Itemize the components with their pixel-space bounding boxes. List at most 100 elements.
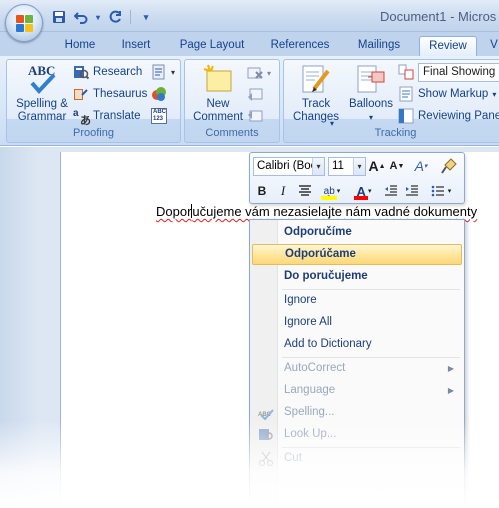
- grow-font-icon: A: [368, 158, 379, 174]
- new-comment-icon: [202, 63, 234, 95]
- proofing-group-label: Proofing: [73, 127, 114, 139]
- reviewing-pane-icon: [398, 108, 414, 124]
- add-to-dictionary-item[interactable]: Add to Dictionary: [252, 334, 462, 355]
- suggestion-item-highlighted[interactable]: Odporúčame: [252, 244, 462, 265]
- autocorrect-item[interactable]: AutoCorrect ▶: [252, 358, 462, 379]
- set-language-button[interactable]: ▾: [151, 62, 175, 82]
- grow-font-button[interactable]: A ▲: [368, 156, 386, 176]
- track-changes-button[interactable]: Track Changes ▾: [288, 63, 344, 128]
- thesaurus-button[interactable]: Thesaurus: [73, 84, 147, 104]
- highlight-dropdown-icon: ▾: [336, 188, 341, 195]
- font-size-dropdown-icon[interactable]: ▾: [353, 158, 365, 175]
- window-title: Document1 - Micros: [380, 9, 497, 24]
- format-painter-button[interactable]: [438, 156, 460, 176]
- shrink-font-caret-icon: ▼: [397, 162, 405, 170]
- document-text[interactable]: Doporučujeme vám nezasielajte nám vadné …: [156, 204, 477, 219]
- spelling-label: Spelling...: [284, 406, 335, 418]
- ribbon-tabs: Home Insert Page Layout References Maili…: [0, 32, 499, 56]
- quick-access-toolbar: ▾ ▾: [50, 7, 155, 27]
- tab-insert[interactable]: Insert: [110, 36, 162, 56]
- translate-button[interactable]: a あ Translate: [73, 106, 141, 127]
- look-up-label: Look Up...: [284, 428, 337, 440]
- comments-group-label: Comments: [205, 127, 259, 139]
- tab-mailings[interactable]: Mailings: [344, 36, 414, 56]
- styles-icon: A: [414, 158, 424, 174]
- balloons-button[interactable]: Balloons ▾: [344, 63, 398, 124]
- ignore-item[interactable]: Ignore: [252, 290, 462, 311]
- display-for-review-select[interactable]: Final Showing: [418, 62, 499, 82]
- format-painter-icon: [441, 158, 457, 174]
- spelling-grammar-label: Spelling & Grammar: [16, 98, 68, 123]
- next-comment-button[interactable]: [247, 107, 263, 127]
- highlight-button[interactable]: ab ▾: [318, 181, 346, 201]
- show-markup-button[interactable]: Show Markup ▾: [398, 84, 496, 104]
- bullets-dropdown-icon: ▾: [447, 188, 452, 195]
- show-markup-icon: [398, 86, 414, 102]
- cut-item[interactable]: Cut: [252, 448, 462, 469]
- proofing-group: ABC Spelling & Grammar Research Thesauru…: [6, 59, 181, 143]
- font-name-dropdown-icon[interactable]: ▾: [312, 158, 324, 175]
- suggestion-item[interactable]: Odporučíme: [252, 222, 462, 243]
- customize-qat-icon[interactable]: ▾: [137, 8, 155, 26]
- font-size-field[interactable]: 11 ▾: [328, 157, 366, 176]
- thesaurus-icon: [73, 86, 89, 102]
- save-icon[interactable]: [50, 8, 68, 26]
- center-align-button[interactable]: [295, 181, 315, 201]
- undo-dropdown-icon[interactable]: ▾: [94, 8, 102, 26]
- tab-references[interactable]: References: [260, 36, 340, 56]
- spelling-check-icon: ABC: [26, 63, 58, 95]
- spelling-context-menu: Odporučíme Odporúčame Do poručujeme Igno…: [249, 219, 465, 508]
- display-for-review-control[interactable]: Final Showing: [398, 62, 499, 82]
- language-item[interactable]: Language ▶: [252, 380, 462, 401]
- research-label: Research: [93, 66, 143, 78]
- undo-icon[interactable]: [72, 8, 90, 26]
- decrease-indent-button[interactable]: [382, 181, 400, 201]
- balloons-dropdown-icon: ▾: [368, 113, 373, 122]
- italic-button[interactable]: I: [274, 181, 292, 201]
- tab-view[interactable]: V: [484, 36, 499, 56]
- reviewing-pane-label: Reviewing Pane: [418, 110, 499, 122]
- delete-comment-dropdown-icon: ▾: [267, 68, 272, 78]
- office-logo-icon: [16, 15, 33, 32]
- font-color-button[interactable]: A ▾: [350, 181, 378, 201]
- shrink-font-button[interactable]: A ▼: [388, 156, 406, 176]
- styles-button[interactable]: A ▾: [410, 156, 432, 176]
- previous-comment-button[interactable]: [247, 85, 263, 105]
- new-comment-button[interactable]: New Comment: [188, 63, 248, 124]
- tab-page-layout[interactable]: Page Layout: [166, 36, 258, 56]
- set-language-dropdown-icon: ▾: [171, 67, 176, 77]
- research-button[interactable]: Research: [73, 62, 142, 82]
- tab-review[interactable]: Review: [419, 36, 477, 56]
- redo-icon[interactable]: [106, 8, 124, 26]
- look-up-item[interactable]: Look Up...: [252, 424, 462, 445]
- display-for-review-icon: [398, 64, 414, 80]
- suggestion-item[interactable]: Do poručujeme: [252, 266, 462, 287]
- font-name-field[interactable]: Calibri (Boc ▾: [253, 157, 325, 176]
- delete-comment-button[interactable]: ▾: [247, 63, 271, 83]
- center-align-icon: [299, 185, 311, 196]
- highlight-color-bar: [321, 196, 337, 200]
- font-color-bar: [354, 196, 368, 200]
- reviewing-pane-button[interactable]: Reviewing Pane: [398, 106, 499, 126]
- bullets-icon: [431, 185, 444, 197]
- abc123-icon: ABC 123: [151, 108, 167, 124]
- research-book-icon: [73, 64, 90, 80]
- language-label: Language: [284, 384, 336, 396]
- spelling-item[interactable]: ABC Spelling...: [252, 402, 462, 423]
- word-count-button[interactable]: [151, 84, 167, 104]
- bold-button[interactable]: B: [253, 181, 271, 201]
- ignore-all-item[interactable]: Ignore All: [252, 312, 462, 333]
- increase-indent-button[interactable]: [403, 181, 421, 201]
- styles-dropdown-icon: ▾: [423, 163, 428, 170]
- word-count-icon: [151, 86, 167, 102]
- tracking-group: Track Changes ▾ Balloons ▾ Final Showing: [283, 59, 499, 143]
- spelling-grammar-button[interactable]: ABC Spelling & Grammar: [10, 63, 74, 124]
- cut-scissors-icon: [258, 451, 274, 466]
- balloons-icon: [355, 63, 387, 95]
- bullets-button[interactable]: ▾: [426, 181, 456, 201]
- title-bar: ▾ ▾ Document1 - Micros: [0, 0, 499, 32]
- abc123-button[interactable]: ABC 123: [151, 106, 167, 126]
- tab-home[interactable]: Home: [52, 36, 108, 56]
- office-button[interactable]: [5, 4, 43, 42]
- set-language-icon: [151, 64, 167, 80]
